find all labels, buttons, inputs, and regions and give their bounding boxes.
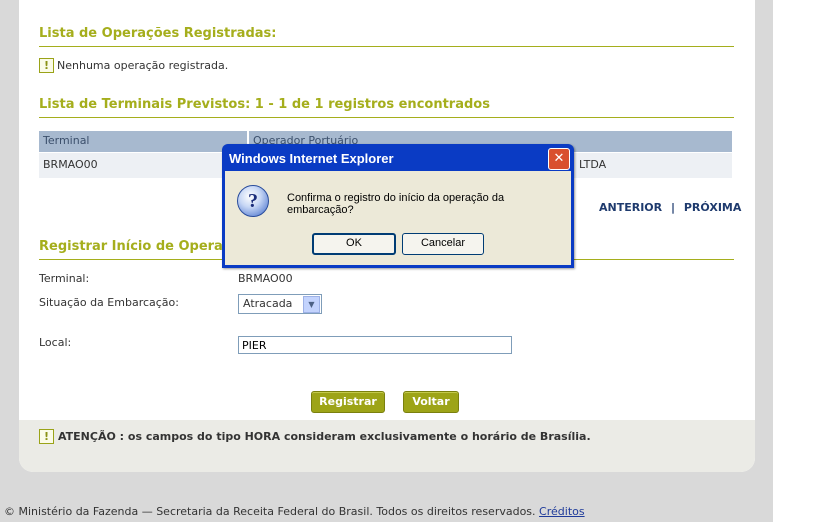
local-label: Local:: [39, 336, 72, 349]
chevron-down-icon[interactable]: ▼: [303, 296, 320, 313]
register-title: Registrar Início de Operação: [39, 239, 249, 254]
footer-text: © Ministério da Fazenda — Secretaria da …: [4, 505, 536, 518]
pager: ANTERIOR | PRÓXIMA: [599, 201, 741, 214]
footer: © Ministério da Fazenda — Secretaria da …: [4, 505, 585, 518]
situation-select-value: Atracada: [243, 297, 293, 310]
dialog-body: ? Confirma o registro do início da opera…: [225, 171, 571, 265]
situation-label: Situação da Embarcação:: [39, 296, 179, 309]
pager-previous-link[interactable]: ANTERIOR: [599, 201, 662, 214]
dialog-message: Confirma o registro do início da operaçã…: [287, 192, 505, 216]
question-icon: ?: [237, 185, 269, 217]
cancel-button[interactable]: Cancelar: [402, 233, 484, 255]
back-button[interactable]: Voltar: [403, 391, 459, 413]
operations-empty-message: Nenhuma operação registrada.: [57, 59, 229, 72]
table-cell-terminal[interactable]: BRMAO00: [39, 153, 247, 178]
warning-icon: !: [39, 58, 54, 73]
attention-label: ATENÇÃO :: [58, 430, 125, 443]
situation-select[interactable]: Atracada ▼: [238, 294, 322, 314]
divider: [39, 117, 734, 118]
attention-message: ATENÇÃO : os campos do tipo HORA conside…: [58, 430, 591, 443]
confirm-dialog: Windows Internet Explorer ✕ ? Confirma o…: [222, 144, 574, 268]
local-input[interactable]: [238, 336, 512, 354]
terminals-title: Lista de Terminais Previstos: 1 - 1 de 1…: [39, 97, 490, 112]
dialog-title: Windows Internet Explorer: [229, 151, 394, 166]
credits-link[interactable]: Créditos: [539, 505, 585, 518]
attention-area: [19, 420, 755, 472]
terminal-label: Terminal:: [39, 272, 90, 285]
ok-button[interactable]: OK: [312, 233, 396, 255]
register-button[interactable]: Registrar: [311, 391, 385, 413]
column-header-terminal[interactable]: Terminal: [39, 131, 247, 152]
operations-title: Lista de Operações Registradas:: [39, 26, 277, 41]
pager-next-link[interactable]: PRÓXIMA: [684, 201, 742, 214]
close-icon[interactable]: ✕: [548, 148, 570, 170]
attention-text: os campos do tipo HORA consideram exclus…: [127, 430, 591, 443]
terminal-value: BRMAO00: [238, 272, 293, 285]
warning-icon: !: [39, 429, 54, 444]
divider: [39, 46, 734, 47]
pager-separator: |: [670, 201, 675, 214]
